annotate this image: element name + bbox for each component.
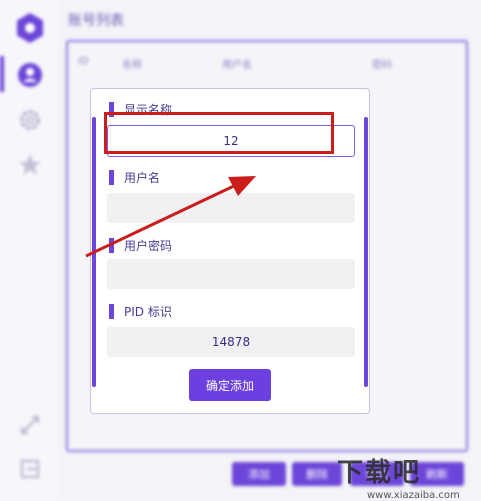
- dialog-right-accent: [364, 117, 368, 387]
- confirm-add-button[interactable]: 确定添加: [189, 369, 271, 401]
- gear-icon[interactable]: [17, 107, 43, 133]
- star-icon[interactable]: [17, 152, 43, 178]
- highlight-box: [104, 112, 334, 154]
- sidebar: [0, 0, 58, 501]
- hexagon-logo-icon: [17, 13, 43, 43]
- dialog-left-accent: [92, 117, 96, 387]
- watermark-logo-text: 下载吧: [337, 458, 422, 488]
- username-label: 用户名: [109, 169, 160, 186]
- expand-arrows-icon[interactable]: [17, 412, 43, 438]
- page-title: 账号列表: [68, 13, 124, 29]
- password-input[interactable]: [107, 259, 355, 289]
- add-button[interactable]: 添加: [232, 462, 286, 486]
- pid-label: PID 标识: [109, 303, 172, 320]
- user-icon[interactable]: [17, 62, 43, 88]
- delete-button[interactable]: 删除: [292, 462, 342, 486]
- exit-icon[interactable]: [17, 456, 43, 482]
- sidebar-active-indicator: [0, 56, 4, 92]
- watermark: 下载吧 www.xiazaiba.com: [337, 455, 477, 501]
- label-marker: [109, 170, 114, 185]
- pid-input[interactable]: 14878: [107, 327, 355, 357]
- username-input[interactable]: [107, 193, 355, 223]
- watermark-url: www.xiazaiba.com: [367, 490, 460, 501]
- column-header-name: 名称: [122, 60, 142, 71]
- column-header-username: 用户名: [222, 60, 252, 71]
- label-marker: [109, 304, 114, 319]
- column-header-password: 密码: [372, 60, 392, 71]
- column-header-id: ID: [78, 56, 89, 67]
- password-label: 用户密码: [109, 237, 172, 254]
- label-marker: [109, 238, 114, 253]
